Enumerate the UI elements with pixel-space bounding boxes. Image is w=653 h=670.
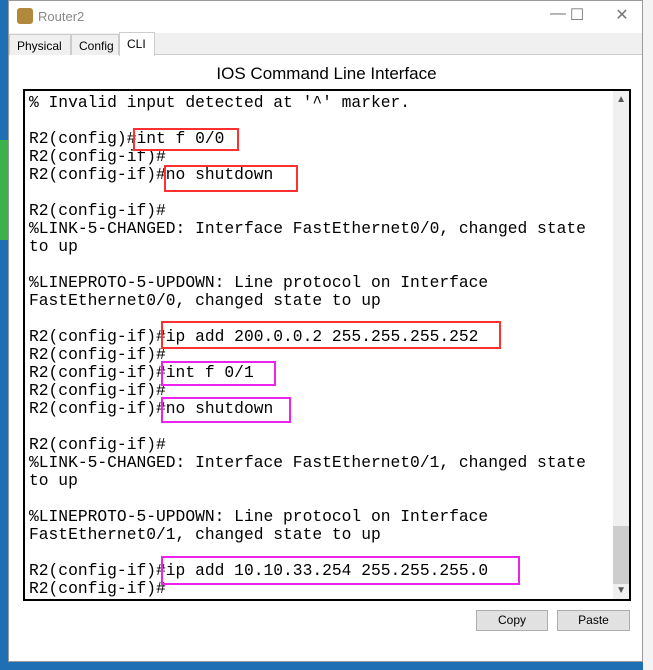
terminal-line: R2(config-if)# — [29, 435, 166, 454]
highlight-box — [164, 165, 298, 192]
maximize-icon[interactable]: ☐ — [562, 5, 592, 25]
terminal-line: %LINEPROTO-5-UPDOWN: Line protocol on In… — [29, 273, 489, 292]
terminal-line: R2(config-if)# — [29, 201, 166, 220]
paste-button[interactable]: Paste — [557, 610, 630, 631]
terminal-line: %LINK-5-CHANGED: Interface FastEthernet0… — [29, 219, 586, 238]
terminal-line: R2(config)#int f 0/0 — [29, 129, 225, 148]
highlight-box — [161, 556, 520, 585]
highlight-box — [161, 361, 276, 386]
tab-physical[interactable]: Physical — [9, 34, 71, 55]
terminal-line: R2(config-if)# — [29, 147, 166, 166]
terminal-line: %LINK-5-CHANGED: Interface FastEthernet0… — [29, 453, 586, 472]
terminal-line: FastEthernet0/0, changed state to up — [29, 291, 381, 310]
terminal-line: R2(config-if)#no shutdown — [29, 165, 274, 184]
terminal-line: to up — [29, 471, 78, 490]
terminal-line: % Invalid input detected at '^' marker. — [29, 93, 411, 112]
highlight-box — [161, 397, 291, 423]
scrollbar-thumb[interactable] — [613, 526, 629, 584]
title-bar: Router2 — ☐ ✕ — [9, 1, 642, 33]
terminal-line: %LINEPROTO-5-UPDOWN: Line protocol on In… — [29, 507, 489, 526]
highlight-box — [161, 321, 501, 349]
page-title: IOS Command Line Interface — [216, 64, 437, 83]
terminal-line: R2(config-if)#no shutdown — [29, 399, 274, 418]
scroll-down-icon[interactable]: ▼ — [616, 585, 626, 596]
desktop-background — [0, 140, 8, 240]
terminal-line: R2(config-if)# — [29, 381, 166, 400]
scroll-up-icon[interactable]: ▲ — [616, 94, 626, 105]
cli-terminal[interactable]: % Invalid input detected at '^' marker. R… — [23, 89, 631, 601]
desktop-background — [643, 0, 653, 670]
tab-config[interactable]: Config — [71, 34, 119, 55]
window-title: Router2 — [38, 9, 85, 24]
tab-bar: Physical Config CLI — [9, 32, 642, 56]
copy-button[interactable]: Copy — [476, 610, 548, 631]
terminal-line: FastEthernet0/1, changed state to up — [29, 525, 381, 544]
scrollbar[interactable]: ▲ ▼ — [613, 91, 629, 599]
close-icon[interactable]: ✕ — [607, 5, 637, 25]
terminal-line: R2(config-if)#int f 0/1 — [29, 363, 254, 382]
tab-cli[interactable]: CLI — [119, 32, 155, 56]
terminal-line: to up — [29, 237, 78, 256]
router-icon — [17, 8, 33, 24]
highlight-box — [133, 128, 239, 151]
router-window: Router2 — ☐ ✕ Physical Config CLI IOS Co… — [8, 0, 643, 662]
